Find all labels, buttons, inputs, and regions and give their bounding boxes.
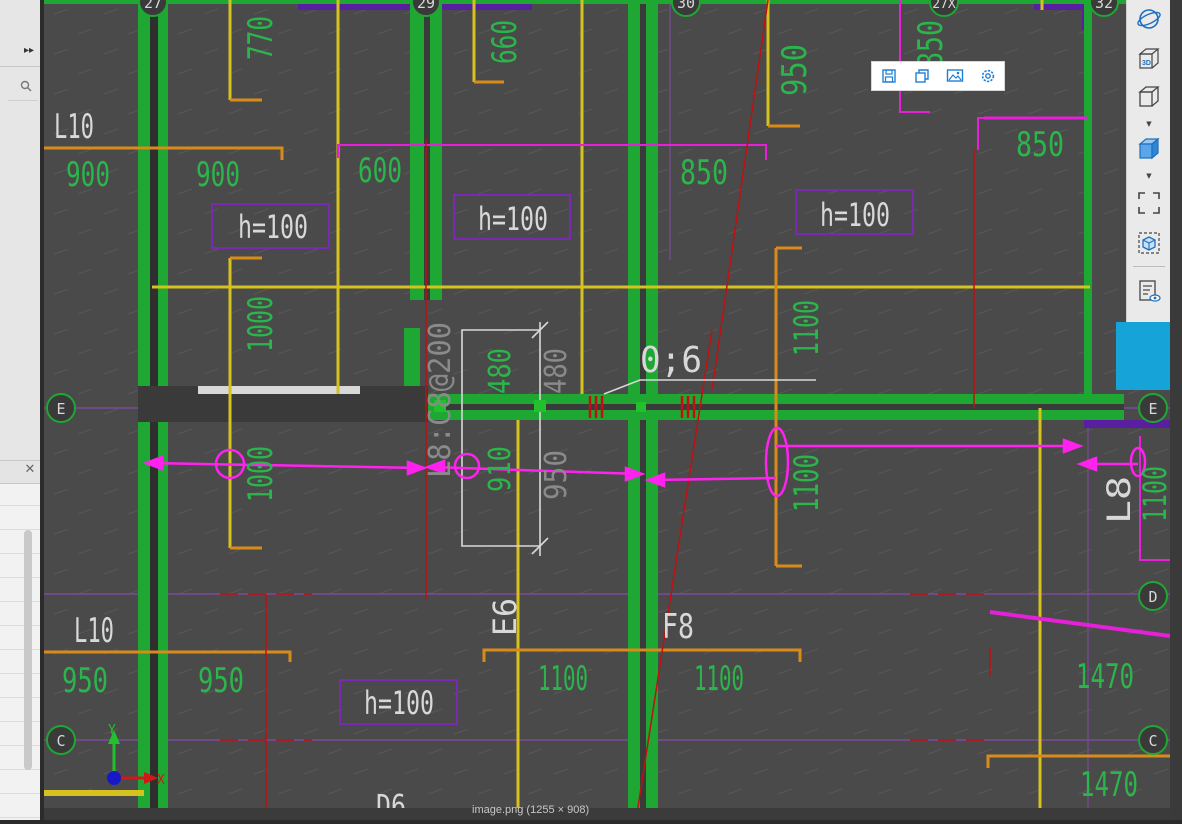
grid-bubble-c-right: C bbox=[1138, 725, 1168, 755]
zoom-extents-icon[interactable] bbox=[1133, 188, 1165, 218]
label-beam-spec: L8:C8@200 bbox=[423, 322, 458, 478]
svg-text:32: 32 bbox=[1095, 0, 1113, 12]
image-icon[interactable] bbox=[944, 65, 966, 87]
box-view-icon[interactable] bbox=[1133, 82, 1165, 112]
grid-bubble-c-left: C bbox=[46, 725, 76, 755]
svg-text:27X: 27X bbox=[932, 0, 956, 12]
label-l8: L8 bbox=[1100, 476, 1138, 524]
chevron-down-icon[interactable]: ▼ bbox=[1144, 120, 1154, 128]
chevron-down-icon[interactable]: ▼ bbox=[1144, 172, 1154, 180]
label-ratio: 0;6 bbox=[640, 340, 702, 381]
dim-770: 770 bbox=[241, 16, 281, 60]
label-l10-bottom: L10 bbox=[74, 611, 114, 651]
spreadsheet-grid bbox=[0, 482, 40, 820]
svg-text:C: C bbox=[56, 732, 65, 750]
properties-icon[interactable] bbox=[1133, 276, 1165, 306]
svg-text:E: E bbox=[1148, 400, 1157, 418]
dim-1000-b: 1000 bbox=[241, 446, 281, 502]
dim-1100-e: 1100 bbox=[1136, 466, 1170, 522]
panel-expand-button[interactable]: ▸▸ bbox=[20, 42, 38, 60]
dim-950-gray: 950 bbox=[539, 450, 574, 500]
save-icon[interactable] bbox=[878, 65, 900, 87]
cad-drawing-canvas[interactable]: Y X 27 29 30 27X 32 E C E D C L10 L10 90… bbox=[44, 0, 1174, 824]
grid-bubble-d-right: D bbox=[1138, 581, 1168, 611]
dim-950-top: 950 bbox=[775, 44, 815, 96]
dim-1100-b: 1100 bbox=[694, 659, 744, 699]
floating-toolbar bbox=[871, 61, 1005, 91]
grid-bubble-e-left: E bbox=[46, 393, 76, 423]
dim-1000-a: 1000 bbox=[241, 296, 281, 352]
dim-850-b: 850 bbox=[1016, 125, 1064, 165]
close-icon[interactable]: ✕ bbox=[22, 462, 38, 478]
left-scrollbar[interactable] bbox=[24, 530, 32, 770]
svg-text:C: C bbox=[1148, 732, 1157, 750]
dim-900-b: 900 bbox=[196, 155, 240, 195]
svg-text:E: E bbox=[56, 400, 65, 418]
grid-bubble-e-right: E bbox=[1138, 393, 1168, 423]
dim-1100-a: 1100 bbox=[538, 659, 588, 699]
right-window-edge bbox=[1170, 0, 1182, 820]
search-icon bbox=[20, 80, 32, 92]
svg-text:30: 30 bbox=[677, 0, 695, 12]
solid-view-icon[interactable] bbox=[1133, 134, 1165, 164]
dim-950-l2: 950 bbox=[198, 661, 244, 701]
label-h100-b: h=100 bbox=[478, 200, 548, 238]
left-search-box[interactable] bbox=[8, 74, 38, 101]
dim-1100-d: 1100 bbox=[787, 454, 827, 512]
svg-text:D: D bbox=[1148, 588, 1157, 606]
dim-1470-a: 1470 bbox=[1076, 657, 1134, 697]
dim-480-b: 480 bbox=[539, 348, 574, 394]
3d-view-icon[interactable]: 3D bbox=[1133, 44, 1165, 74]
dim-1470-b: 1470 bbox=[1080, 765, 1138, 805]
svg-text:29: 29 bbox=[417, 0, 435, 12]
axis-y-label: Y bbox=[108, 723, 116, 738]
label-h100-c: h=100 bbox=[820, 196, 890, 234]
3d-view-label: 3D bbox=[1142, 60, 1151, 67]
label-h100-a: h=100 bbox=[238, 208, 308, 246]
label-f8: F8 bbox=[662, 607, 694, 647]
status-bar: image.png (1255 × 908) bbox=[44, 804, 1170, 820]
orbit-icon[interactable] bbox=[1133, 4, 1165, 34]
label-h100-d: h=100 bbox=[364, 684, 434, 722]
dim-900-a: 900 bbox=[66, 155, 110, 195]
label-e6: E6 bbox=[486, 598, 524, 636]
component-icon[interactable] bbox=[1133, 228, 1165, 258]
side-accent-panel bbox=[1116, 322, 1170, 390]
dim-910: 910 bbox=[483, 446, 518, 492]
image-filename: image.png (1255 × 908) bbox=[472, 804, 590, 816]
settings-icon[interactable] bbox=[977, 65, 999, 87]
dim-1100-c: 1100 bbox=[787, 300, 827, 356]
dim-660: 660 bbox=[485, 20, 525, 64]
dim-850-a: 850 bbox=[680, 153, 728, 193]
left-panel: ▸▸ ✕ bbox=[0, 0, 40, 820]
dim-600: 600 bbox=[358, 151, 402, 191]
copy-icon[interactable] bbox=[911, 65, 933, 87]
svg-text:27: 27 bbox=[144, 0, 162, 12]
axis-x-label: X bbox=[157, 773, 165, 788]
toolbar-separator bbox=[1133, 266, 1165, 267]
label-l10-top: L10 bbox=[54, 107, 94, 147]
view-toolbar: 3D ▼ ▼ bbox=[1126, 0, 1171, 322]
dim-480-a: 480 bbox=[483, 348, 518, 394]
dim-950-l1: 950 bbox=[62, 661, 108, 701]
